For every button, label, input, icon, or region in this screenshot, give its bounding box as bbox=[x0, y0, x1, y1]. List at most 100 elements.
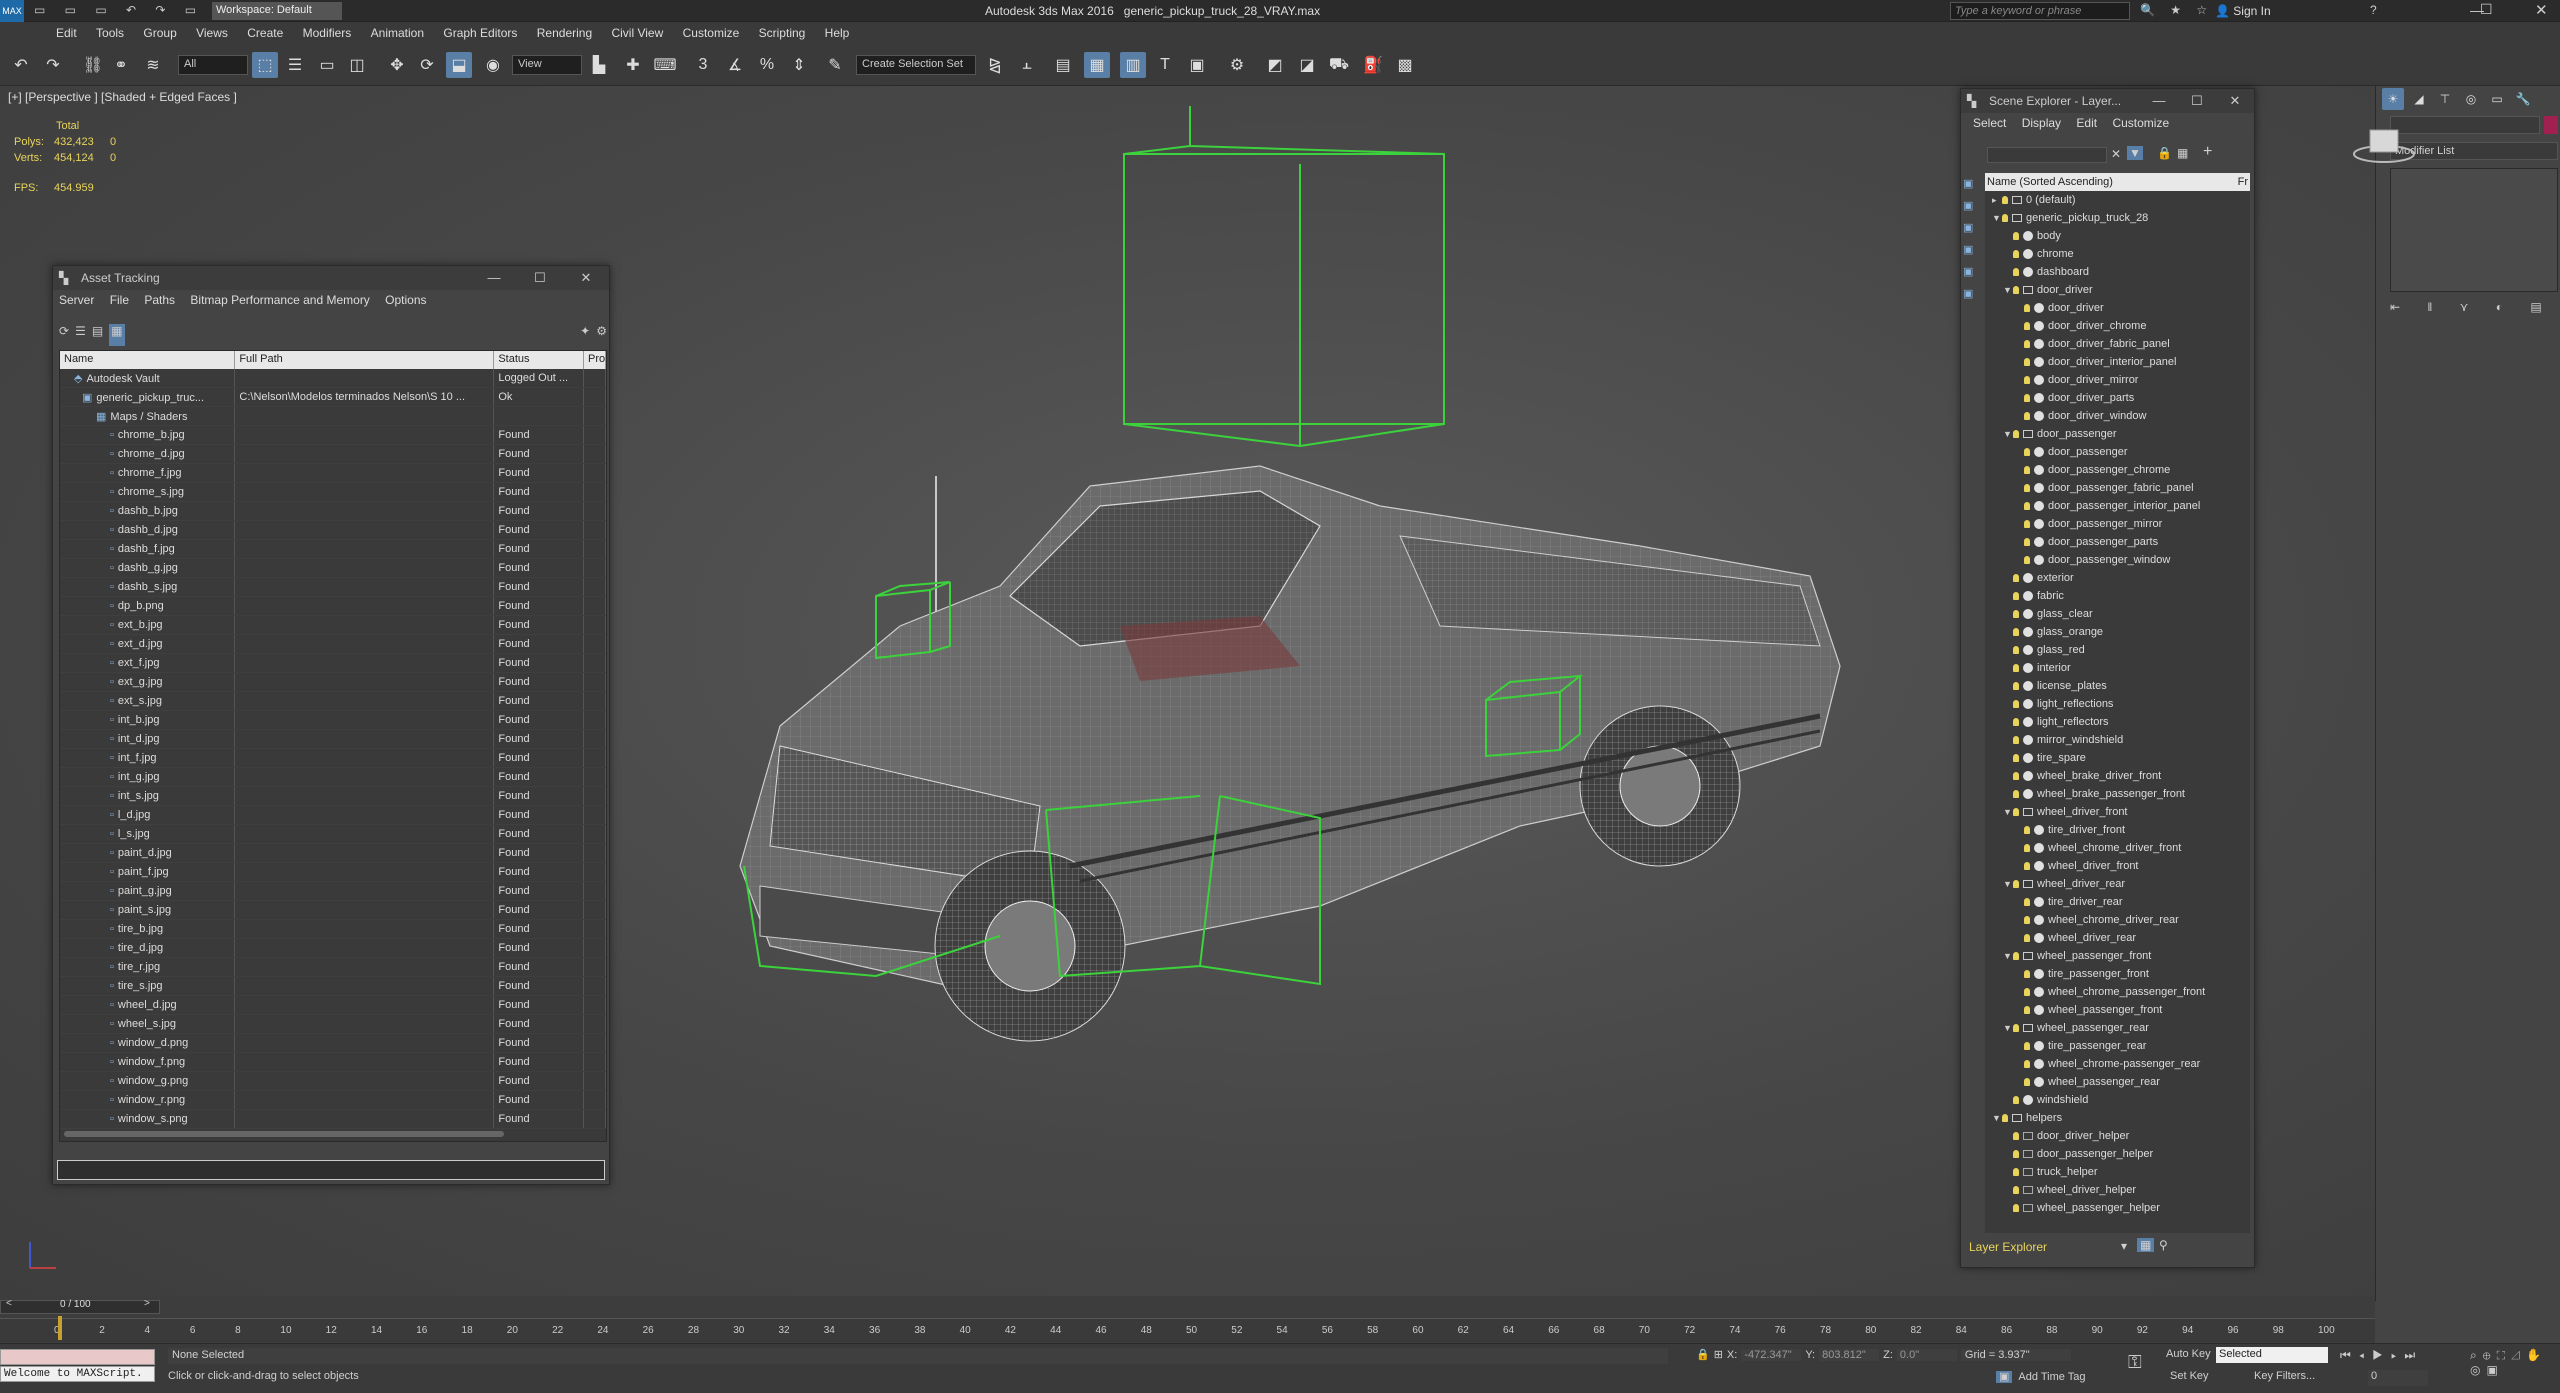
helper-row[interactable]: wheel_passenger_helper bbox=[1985, 1199, 2250, 1217]
redo-icon[interactable]: ↷ bbox=[40, 52, 66, 78]
asset-row[interactable]: ⬘ Autodesk Vault Logged Out ... bbox=[60, 369, 606, 388]
asset-row[interactable]: ▫ int_d.jpg Found bbox=[60, 730, 606, 749]
asset-row[interactable]: ▫ int_s.jpg Found bbox=[60, 787, 606, 806]
object-row[interactable]: glass_clear bbox=[1985, 605, 2250, 623]
z-coord-field[interactable]: 0.0" bbox=[1896, 1348, 1957, 1361]
workspace-dropdown[interactable]: Workspace: Default bbox=[212, 2, 342, 20]
viewcube-icon[interactable] bbox=[2346, 114, 2416, 174]
asset-row[interactable]: ▦ Maps / Shaders bbox=[60, 407, 606, 426]
auto-key-button[interactable]: Auto Key bbox=[2166, 1348, 2211, 1360]
asset-row[interactable]: ▫ l_s.jpg Found bbox=[60, 825, 606, 844]
hierarchy-tab-icon[interactable]: ⊤ bbox=[2434, 88, 2456, 110]
play-icon[interactable]: ▶ bbox=[2372, 1348, 2391, 1362]
expand-toggle-icon[interactable]: ▼ bbox=[2003, 425, 2013, 443]
visibility-bulb-icon[interactable] bbox=[2013, 880, 2019, 889]
visibility-bulb-icon[interactable] bbox=[2013, 1096, 2019, 1105]
visibility-bulb-icon[interactable] bbox=[2013, 268, 2019, 277]
col-full-path[interactable]: Full Path bbox=[235, 351, 495, 369]
visibility-bulb-icon[interactable] bbox=[2013, 1024, 2019, 1033]
fov-icon[interactable]: ◿ bbox=[2511, 1348, 2526, 1362]
scene-menu-customize[interactable]: Customize bbox=[2106, 113, 2175, 133]
time-slider-frame[interactable]: 0 / 100 bbox=[60, 1299, 91, 1310]
menu-graph-editors[interactable]: Graph Editors bbox=[435, 22, 525, 44]
utilities-tab-icon[interactable]: 🔧 bbox=[2512, 88, 2534, 110]
visibility-bulb-icon[interactable] bbox=[2024, 502, 2030, 511]
expand-toggle-icon[interactable]: ▼ bbox=[2003, 875, 2013, 893]
render-iterative-icon[interactable]: ▩ bbox=[1392, 52, 1418, 78]
menu-modifiers[interactable]: Modifiers bbox=[295, 22, 360, 44]
visibility-bulb-icon[interactable] bbox=[2024, 1006, 2030, 1015]
select-object-icon[interactable]: ⬚ bbox=[252, 52, 278, 78]
expand-toggle-icon[interactable]: ▸ bbox=[1992, 191, 2002, 209]
asset-row[interactable]: ▫ dp_b.png Found bbox=[60, 597, 606, 616]
place-icon[interactable]: ◉ bbox=[480, 52, 506, 78]
object-row[interactable]: chrome bbox=[1985, 245, 2250, 263]
object-row[interactable]: wheel_driver_front bbox=[1985, 857, 2250, 875]
expand-toggle-icon[interactable]: ▼ bbox=[1992, 209, 2002, 227]
layer-row[interactable]: ▼ generic_pickup_truck_28 bbox=[1985, 209, 2250, 227]
maximize-viewport-icon[interactable]: ▣ bbox=[2486, 1363, 2503, 1377]
visibility-bulb-icon[interactable] bbox=[2024, 538, 2030, 547]
keyboard-shortcut-icon[interactable]: ⌨ bbox=[652, 52, 678, 78]
spinner-snap-icon[interactable]: ⇕ bbox=[786, 52, 812, 78]
undo-icon[interactable]: ↶ bbox=[8, 52, 34, 78]
visibility-bulb-icon[interactable] bbox=[2013, 592, 2019, 601]
scene-minimize-button[interactable]: — bbox=[2140, 89, 2178, 113]
asset-hscrollbar[interactable] bbox=[64, 1131, 504, 1137]
asset-menu-options[interactable]: Options bbox=[379, 290, 432, 310]
asset-row[interactable]: ▫ tire_d.jpg Found bbox=[60, 939, 606, 958]
visibility-bulb-icon[interactable] bbox=[2024, 394, 2030, 403]
scene-menu-display[interactable]: Display bbox=[2016, 113, 2067, 133]
object-color-swatch[interactable] bbox=[2544, 116, 2558, 134]
object-row[interactable]: door_passenger_fabric_panel bbox=[1985, 479, 2250, 497]
asset-menu-file[interactable]: File bbox=[104, 290, 135, 310]
layer-row[interactable]: ▼ door_driver bbox=[1985, 281, 2250, 299]
maxscript-input[interactable] bbox=[0, 1349, 155, 1365]
object-row[interactable]: wheel_chrome_driver_rear bbox=[1985, 911, 2250, 929]
object-row[interactable]: door_driver_mirror bbox=[1985, 371, 2250, 389]
visibility-bulb-icon[interactable] bbox=[2024, 1060, 2030, 1069]
visibility-bulb-icon[interactable] bbox=[2013, 700, 2019, 709]
visibility-bulb-icon[interactable] bbox=[2024, 556, 2030, 565]
x-coord-field[interactable]: -472.347" bbox=[1741, 1348, 1802, 1361]
layer-row[interactable]: ▼ wheel_passenger_rear bbox=[1985, 1019, 2250, 1037]
lock-icon[interactable]: 🔒 bbox=[2157, 146, 2172, 160]
goto-end-icon[interactable]: ⏭ bbox=[2404, 1348, 2423, 1362]
search-field[interactable]: Type a keyword or phrase bbox=[1950, 2, 2130, 20]
clear-search-icon[interactable]: ✕ bbox=[2111, 147, 2121, 161]
object-row[interactable]: door_passenger_parts bbox=[1985, 533, 2250, 551]
curve-editor-icon[interactable]: ▣ bbox=[1184, 52, 1210, 78]
object-row[interactable]: door_driver bbox=[1985, 299, 2250, 317]
align-icon[interactable]: ⫠ bbox=[1014, 52, 1040, 78]
expand-toggle-icon[interactable]: ▼ bbox=[1992, 1109, 2002, 1127]
key-mode-dropdown[interactable]: Selected bbox=[2216, 1347, 2328, 1363]
time-prev-icon[interactable]: < bbox=[6, 1298, 12, 1309]
refresh-icon[interactable]: ⟳ bbox=[59, 324, 69, 346]
prev-frame-icon[interactable]: ◂ bbox=[2359, 1348, 2372, 1362]
visibility-bulb-icon[interactable] bbox=[2013, 718, 2019, 727]
scene-tree-header[interactable]: Name (Sorted Ascending) Fr bbox=[1985, 173, 2250, 191]
schematic-view-icon[interactable]: ⚙ bbox=[1224, 52, 1250, 78]
object-row[interactable]: light_reflections bbox=[1985, 695, 2250, 713]
asset-menu-paths[interactable]: Paths bbox=[138, 290, 181, 310]
rendered-frame-icon[interactable]: ⛟ bbox=[1326, 52, 1352, 78]
unlink-icon[interactable]: ⚭ bbox=[108, 52, 134, 78]
max-logo[interactable]: MAX bbox=[0, 0, 24, 22]
selection-filter-dropdown[interactable]: All bbox=[178, 55, 248, 75]
asset-row[interactable]: ▫ ext_g.jpg Found bbox=[60, 673, 606, 692]
asset-row[interactable]: ▫ paint_f.jpg Found bbox=[60, 863, 606, 882]
highlight-icon[interactable]: ✦ bbox=[580, 324, 590, 346]
object-row[interactable]: tire_driver_rear bbox=[1985, 893, 2250, 911]
motion-tab-icon[interactable]: ◎ bbox=[2460, 88, 2482, 110]
object-row[interactable]: door_driver_window bbox=[1985, 407, 2250, 425]
table-view-icon[interactable]: ▦ bbox=[109, 324, 125, 346]
viewport-label[interactable]: [+] [Perspective ] [Shaded + Edged Faces… bbox=[8, 90, 237, 104]
next-frame-icon[interactable]: ▸ bbox=[2391, 1348, 2404, 1362]
visibility-bulb-icon[interactable] bbox=[2024, 970, 2030, 979]
asset-row[interactable]: ▫ paint_g.jpg Found bbox=[60, 882, 606, 901]
scene-menu-select[interactable]: Select bbox=[1967, 113, 2012, 133]
asset-path-field[interactable] bbox=[57, 1160, 605, 1180]
select-by-name-icon[interactable]: ☰ bbox=[282, 52, 308, 78]
visibility-bulb-icon[interactable] bbox=[2013, 1186, 2019, 1195]
asset-row[interactable]: ▫ paint_s.jpg Found bbox=[60, 901, 606, 920]
